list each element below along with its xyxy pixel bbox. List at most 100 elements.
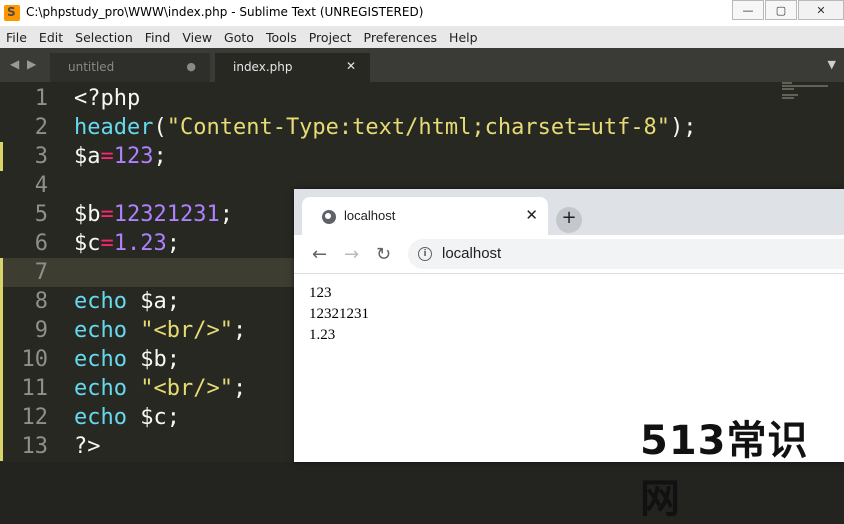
code-token: echo — [74, 376, 127, 401]
code-token: = — [100, 231, 114, 256]
tab-label: index.php — [233, 60, 293, 74]
menu-selection[interactable]: Selection — [69, 30, 139, 45]
sublime-app-icon: S — [4, 5, 20, 21]
code-token: 12321231 — [113, 202, 220, 227]
line-number: 10 — [21, 347, 49, 372]
minimize-button[interactable]: — — [732, 0, 764, 20]
editor-tab-strip: ◀ ▶ untitled ● index.php ✕ ▼ — [0, 48, 844, 82]
code-token: echo — [74, 289, 127, 314]
watermark-text: 513常识网 — [640, 418, 809, 522]
tab-nav-arrows-icon[interactable]: ◀ ▶ — [10, 57, 38, 71]
code-token: <?php — [74, 86, 141, 111]
code-text: echo "<br/>"; — [74, 376, 246, 401]
back-button[interactable]: ← — [312, 244, 327, 265]
line-number: 3 — [34, 144, 48, 169]
code-token: ?> — [74, 434, 101, 459]
browser-tab-bar: localhost ✕ + — [294, 189, 844, 235]
code-token: = — [100, 144, 114, 169]
browser-tab-label: localhost — [344, 208, 396, 223]
code-token: $b — [74, 202, 101, 227]
code-token: ; — [219, 202, 233, 227]
line-number: 4 — [34, 173, 48, 198]
menu-edit[interactable]: Edit — [33, 30, 69, 45]
window-title: C:\phpstudy_pro\WWW\index.php - Sublime … — [26, 5, 424, 19]
code-token: = — [100, 202, 114, 227]
close-tab-icon[interactable]: ✕ — [346, 59, 356, 73]
code-token: ; — [166, 231, 180, 256]
line-number: 1 — [34, 86, 48, 111]
browser-tab[interactable]: localhost ✕ — [302, 197, 548, 235]
code-token: echo — [74, 405, 127, 430]
modified-line-marker — [0, 142, 3, 171]
new-tab-button[interactable]: + — [556, 207, 582, 233]
code-token: $c; — [126, 405, 180, 430]
code-line[interactable]: 2 header("Content-Type:text/html;charset=… — [0, 113, 844, 142]
forward-button[interactable]: → — [344, 244, 359, 265]
menu-view[interactable]: View — [176, 30, 218, 45]
line-number: 11 — [21, 376, 49, 401]
menu-preferences[interactable]: Preferences — [358, 30, 444, 45]
browser-toolbar: ← → ↻ i localhost — [294, 235, 844, 274]
line-number: 8 — [34, 289, 48, 314]
page-content: 123 12321231 1.23 — [309, 283, 369, 346]
code-token: ( — [153, 115, 167, 140]
tab-untitled[interactable]: untitled ● — [50, 53, 210, 82]
code-text: <?php — [74, 86, 140, 111]
code-text: ?> — [74, 434, 101, 459]
code-token: "<br/>" — [140, 376, 233, 401]
line-number: 12 — [21, 405, 49, 430]
code-token: $c — [74, 231, 101, 256]
menu-help[interactable]: Help — [443, 30, 484, 45]
code-text: header("Content-Type:text/html;charset=u… — [74, 115, 697, 140]
window-titlebar: S C:\phpstudy_pro\WWW\index.php - Sublim… — [0, 0, 844, 26]
code-token: ; — [232, 376, 247, 401]
url-text: localhost — [442, 245, 502, 262]
maximize-button[interactable]: ▢ — [765, 0, 797, 20]
code-token: header — [74, 115, 154, 140]
info-icon[interactable]: i — [418, 247, 432, 261]
tab-dropdown-icon[interactable]: ▼ — [828, 58, 836, 71]
reload-button[interactable]: ↻ — [376, 244, 391, 265]
menu-file[interactable]: File — [0, 30, 33, 45]
code-token: echo — [74, 318, 127, 343]
tab-index-php[interactable]: index.php ✕ — [215, 53, 370, 82]
output-line: 123 — [309, 285, 332, 301]
code-line[interactable]: 1 <?php — [0, 84, 844, 113]
line-number: 6 — [34, 231, 48, 256]
tab-label: untitled — [68, 60, 115, 74]
code-text: echo "<br/>"; — [74, 318, 246, 343]
code-token: 1.23 — [113, 231, 167, 256]
menu-goto[interactable]: Goto — [218, 30, 260, 45]
close-tab-icon[interactable]: ✕ — [525, 206, 538, 224]
menu-project[interactable]: Project — [303, 30, 358, 45]
code-text: echo $c; — [74, 405, 180, 430]
address-bar[interactable]: i localhost — [408, 239, 844, 269]
globe-icon — [322, 210, 336, 224]
code-token: echo — [74, 347, 127, 372]
code-token: "Content-Type:text/html;charset=utf-8" — [166, 115, 671, 140]
code-line[interactable]: 3 $a=123; — [0, 142, 844, 171]
menu-bar: File Edit Selection Find View Goto Tools… — [0, 26, 844, 48]
close-window-button[interactable]: ✕ — [798, 0, 844, 20]
menu-tools[interactable]: Tools — [260, 30, 303, 45]
code-text: echo $a; — [74, 289, 180, 314]
code-token: ; — [153, 144, 167, 169]
code-token: ; — [232, 318, 247, 343]
modified-line-marker — [0, 258, 3, 461]
line-number: 9 — [34, 318, 48, 343]
code-text: echo $b; — [74, 347, 180, 372]
line-number: 2 — [34, 115, 48, 140]
code-text: $c=1.23; — [74, 231, 180, 256]
line-number: 13 — [21, 434, 49, 459]
output-line: 12321231 — [309, 306, 369, 322]
line-number: 5 — [34, 202, 48, 227]
menu-find[interactable]: Find — [139, 30, 177, 45]
code-text: $b=12321231; — [74, 202, 233, 227]
code-token: ); — [670, 115, 697, 140]
line-number: 7 — [34, 260, 48, 285]
code-token: 123 — [113, 144, 154, 169]
output-line: 1.23 — [309, 327, 336, 343]
unsaved-dot-icon[interactable]: ● — [186, 60, 196, 73]
